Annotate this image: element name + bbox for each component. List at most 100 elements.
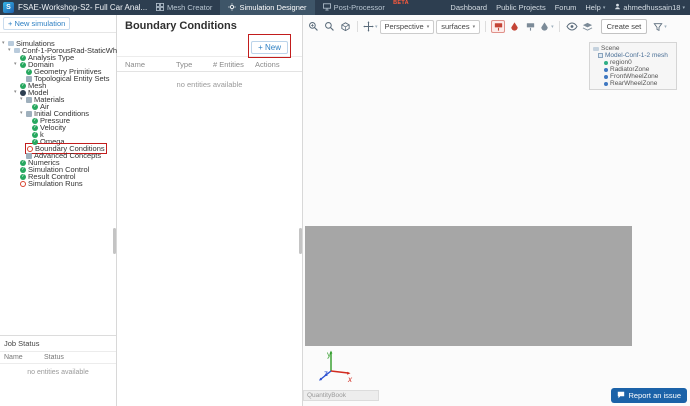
simscale-logo[interactable]: S [3,2,14,13]
layers-icon[interactable] [581,20,595,33]
check-status-icon [26,68,32,75]
materials-icon [26,96,32,103]
tree-item-simulation-runs[interactable]: Simulation Runs [0,179,116,188]
tree-item-mesh[interactable]: Mesh [0,81,116,90]
job-status-col-name: Name [4,354,23,361]
reset-view-cube-icon[interactable] [338,20,352,33]
zone-color-dot-icon [604,81,608,86]
zone-color-dot-icon [604,74,608,79]
select-paint-icon[interactable] [491,20,506,33]
render-mode-select[interactable]: surfaces ▾ [436,19,481,34]
chevron-down-icon: ▾ [472,23,476,30]
tree-item-topological-entity-sets[interactable]: Topological Entity Sets [0,74,116,83]
tree-item-velocity[interactable]: Velocity [0,123,116,132]
axis-y-label: y [327,350,331,359]
tab-simulation-designer[interactable]: Simulation Designer [220,0,315,15]
mesh-box-icon [598,53,603,58]
pan-tool-dropdown[interactable]: ▾ [363,21,378,32]
scene-item-label: RearWheelZone [610,80,658,87]
tab-label: Post-Processor [333,3,385,12]
col-entities: # Entities [213,59,244,69]
check-status-icon [20,61,26,68]
col-name: Name [125,59,146,69]
projection-select[interactable]: Perspective ▾ [379,19,435,34]
nav-forum[interactable]: Forum [555,3,577,12]
check-status-icon [20,173,26,180]
scene-tree-overlay: Scene Model-Conf-1-2 mesh region0 Radiat… [589,42,677,90]
chevron-down-icon: ▾ [664,23,667,30]
selection-filter-input[interactable] [303,390,379,401]
incomplete-status-icon [27,145,33,152]
zoom-fit-icon[interactable] [322,20,336,33]
tree-item-materials[interactable]: Materials [0,95,116,104]
page-title: Boundary Conditions [125,20,237,32]
report-issue-button[interactable]: Report an issue [611,388,687,403]
tree-item-label: Materials [34,95,65,104]
entities-empty-text: no entities available [176,80,243,89]
axis-orientation-triad: y x z [319,350,353,384]
job-status-header-row: Name Status [0,351,116,364]
tab-mesh-creator[interactable]: Mesh Creator [148,0,220,15]
mesh-grid-icon [156,2,164,13]
deselect-paint-icon[interactable] [523,20,537,33]
scene-mesh-label: Model-Conf-1-2 mesh [605,52,668,59]
folder-icon [8,41,14,46]
toolbar-separator [357,21,358,32]
user-icon [614,3,621,12]
scene-mesh-item[interactable]: Model-Conf-1-2 mesh [593,52,673,59]
tree-scrollbar-thumb[interactable] [113,228,116,254]
axis-x-label: x [347,375,353,384]
select-droplet-icon[interactable] [507,20,521,33]
scene-root[interactable]: Scene [593,45,673,52]
scene-item-frontwheelzone[interactable]: FrontWheelZone [593,73,673,80]
tab-post-processor[interactable]: Post-Processor BETA [315,0,409,15]
tree-item-label: Simulation Runs [28,179,83,188]
scene-item-rearwheelzone[interactable]: RearWheelZone [593,80,673,87]
boundary-conditions-panel: Boundary Conditions + New Name Type # En… [117,15,303,406]
toolbar-separator [485,21,487,32]
zoom-in-icon[interactable] [306,20,320,33]
selection-mode-dropdown[interactable]: ▾ [539,21,554,32]
initial-conditions-icon [26,110,32,117]
gear-icon [228,2,237,13]
new-boundary-condition-button[interactable]: + New [251,41,288,54]
scene-item-region0[interactable]: region0 [593,59,673,66]
toolbar-separator [558,21,560,32]
viewer-3d[interactable]: ▾ Perspective ▾ surfaces ▾ ▾ Create set … [303,15,690,406]
scene-item-radiatorzone[interactable]: RadiatorZone [593,66,673,73]
chevron-down-icon: ▾ [375,23,378,30]
workbench-tabs: Mesh Creator Simulation Designer Post-Pr… [148,0,409,15]
nav-public-projects[interactable]: Public Projects [496,3,546,12]
job-status-empty-text: no entities available [27,369,89,376]
mesh-bounding-box-model[interactable] [305,226,632,346]
top-app-bar: S FSAE-Workshop-S2- Full Car Anal... Mes… [0,0,690,15]
col-type: Type [176,59,193,69]
scene-label: Scene [601,45,620,52]
check-status-icon [20,82,26,89]
entities-table-header: Name Type # Entities Actions [117,56,302,72]
nav-dashboard[interactable]: Dashboard [450,3,487,12]
create-set-button[interactable]: Create set [600,19,648,34]
simulation-tree: Simulations Conf-1-PorousRad-StaticWheel… [0,33,131,188]
advanced-concepts-icon [26,152,32,159]
tutorial-highlight-box: + New [248,34,291,58]
new-simulation-button[interactable]: + New simulation [3,17,71,30]
scene-item-label: RadiatorZone [610,66,650,73]
check-status-icon [32,103,38,110]
hide-selection-eye-icon[interactable] [565,20,579,33]
workspace: + New simulation Simulations Conf-1-Poro… [0,15,690,406]
axis-z-label: z [324,369,328,378]
scene-item-label: region0 [610,59,632,66]
filter-dropdown[interactable]: ▾ [653,22,667,32]
simulation-tree-panel: + New simulation Simulations Conf-1-Poro… [0,15,131,406]
col-actions: Actions [255,59,280,69]
tab-label: Simulation Designer [239,3,307,12]
tree-item-analysis-type[interactable]: Analysis Type [0,53,116,62]
nav-help-menu[interactable]: Help ▾ [585,3,605,12]
model-status-icon [20,89,26,96]
main-scrollbar-thumb[interactable] [299,228,302,254]
nav-user-menu[interactable]: ahmedhussain18 ▾ [614,3,685,12]
tab-label: Mesh Creator [167,3,213,12]
new-row: + New [117,32,302,58]
chevron-down-icon: ▾ [426,23,430,30]
